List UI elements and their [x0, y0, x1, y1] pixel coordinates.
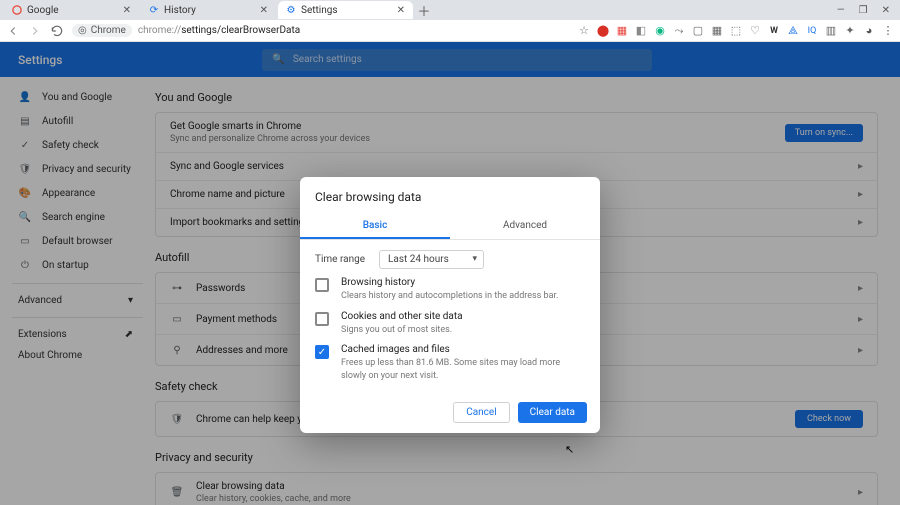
time-range-label: Time range — [315, 254, 365, 265]
close-icon[interactable]: ✕ — [123, 5, 131, 16]
star-icon[interactable]: ☆ — [579, 24, 589, 37]
reload-button[interactable] — [50, 24, 64, 38]
url-text: chrome://settings/clearBrowserData — [138, 25, 300, 36]
ext-icon[interactable]: ♡ — [749, 25, 761, 37]
checkbox[interactable] — [315, 278, 329, 292]
option-cookies[interactable]: Cookies and other site data Signs you ou… — [300, 303, 600, 337]
google-favicon — [12, 5, 22, 15]
cancel-button[interactable]: Cancel — [453, 402, 509, 423]
profile-icon[interactable]: ◕ — [863, 25, 875, 37]
menu-icon[interactable]: ⋮ — [882, 25, 894, 37]
extensions-icon[interactable]: ✦ — [844, 25, 856, 37]
option-title: Browsing history — [341, 277, 558, 288]
tab-history[interactable]: ⟳ History ✕ — [141, 1, 276, 19]
ext-icon[interactable]: ◉ — [654, 25, 666, 37]
browser-tab-strip: Google ✕ ⟳ History ✕ ⚙ Settings ✕ ＋ — ❐ … — [0, 0, 900, 20]
ext-icon[interactable]: ⬤ — [597, 25, 609, 37]
history-favicon: ⟳ — [149, 5, 159, 15]
omnibox[interactable]: ◎ Chrome chrome://settings/clearBrowserD… — [72, 24, 571, 37]
option-desc: Clears history and autocompletions in th… — [341, 290, 558, 303]
checkbox-checked[interactable]: ✓ — [315, 345, 329, 359]
maximize-button[interactable]: ❐ — [859, 5, 868, 16]
option-browsing-history[interactable]: Browsing history Clears history and auto… — [300, 269, 600, 303]
settings-favicon: ⚙ — [286, 5, 296, 15]
clear-data-button[interactable]: Clear data — [518, 402, 587, 423]
checkbox[interactable] — [315, 312, 329, 326]
time-range-dropdown[interactable]: Last 24 hours — [379, 250, 484, 269]
tab-settings[interactable]: ⚙ Settings ✕ — [278, 1, 413, 19]
option-desc: Frees up less than 81.6 MB. Some sites m… — [341, 357, 585, 382]
close-icon[interactable]: ✕ — [260, 5, 268, 16]
ext-icon[interactable]: ⤳ — [673, 25, 685, 37]
minimize-button[interactable]: — — [837, 5, 845, 16]
tab-advanced[interactable]: Advanced — [450, 214, 600, 239]
option-title: Cached images and files — [341, 344, 585, 355]
window-close-button[interactable]: ✕ — [882, 5, 890, 16]
option-desc: Signs you out of most sites. — [341, 324, 463, 337]
ext-icon[interactable]: ⟁ — [787, 25, 799, 37]
tab-label: Settings — [301, 5, 392, 16]
mouse-cursor: ↖ — [565, 443, 574, 456]
ext-icon[interactable]: ◧ — [635, 25, 647, 37]
ext-icon[interactable]: ▦ — [616, 25, 628, 37]
ext-icon[interactable]: ⬚ — [730, 25, 742, 37]
clear-browsing-data-dialog: Clear browsing data Basic Advanced Time … — [300, 177, 600, 433]
tab-google[interactable]: Google ✕ — [4, 1, 139, 19]
extension-icons: ⬤ ▦ ◧ ◉ ⤳ ▢ ▦ ⬚ ♡ W ⟁ IQ ▥ ✦ ◕ ⋮ — [597, 25, 894, 37]
chip-label: Chrome — [91, 25, 126, 36]
option-cached[interactable]: ✓ Cached images and files Frees up less … — [300, 336, 600, 382]
ext-icon[interactable]: ▦ — [711, 25, 723, 37]
chrome-icon: ◎ — [78, 25, 87, 36]
ext-icon[interactable]: W — [768, 25, 780, 37]
dialog-title: Clear browsing data — [300, 177, 600, 214]
new-tab-button[interactable]: ＋ — [415, 1, 433, 19]
tab-basic[interactable]: Basic — [300, 214, 450, 239]
security-chip: ◎ Chrome — [72, 24, 132, 37]
option-title: Cookies and other site data — [341, 311, 463, 322]
address-bar: ◎ Chrome chrome://settings/clearBrowserD… — [0, 20, 900, 42]
back-button[interactable] — [6, 24, 20, 38]
tab-label: Google — [27, 5, 118, 16]
ext-icon[interactable]: ▥ — [825, 25, 837, 37]
ext-icon[interactable]: IQ — [806, 25, 818, 37]
close-icon[interactable]: ✕ — [397, 5, 405, 16]
dialog-tabs: Basic Advanced — [300, 214, 600, 240]
tab-label: History — [164, 5, 255, 16]
forward-button[interactable] — [28, 24, 42, 38]
ext-icon[interactable]: ▢ — [692, 25, 704, 37]
